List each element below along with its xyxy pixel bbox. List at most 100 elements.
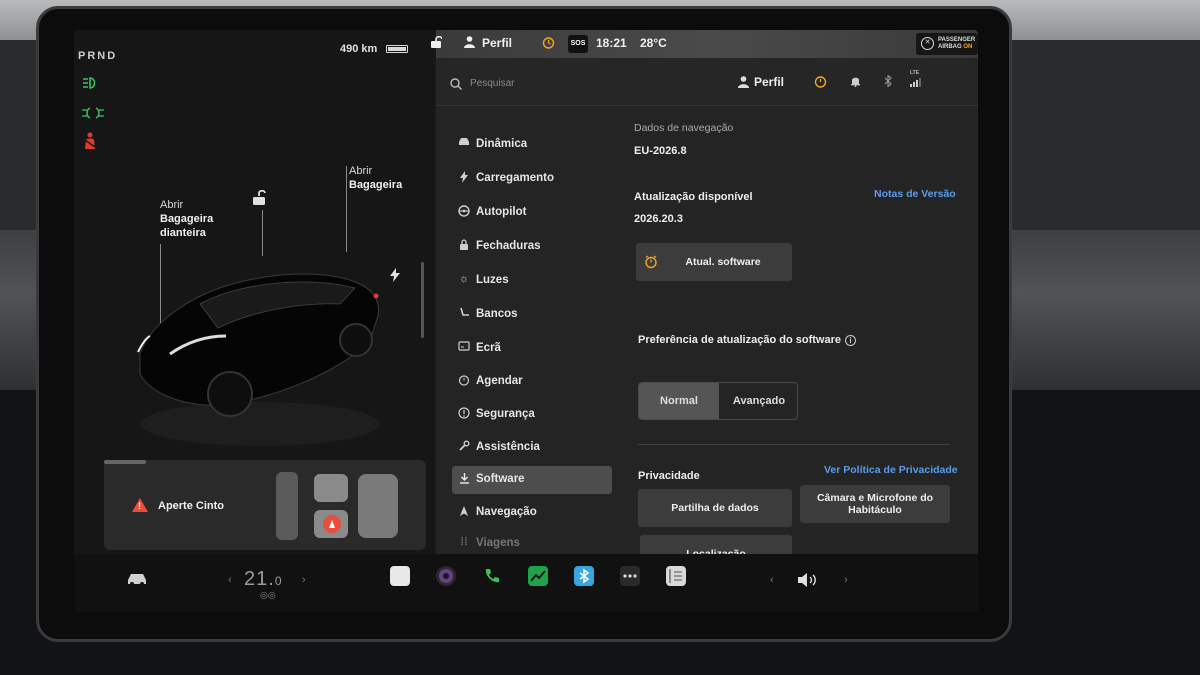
temp-up-chevron[interactable]: › <box>302 574 306 586</box>
menu-item-ecra[interactable]: Ecrã <box>452 335 612 363</box>
header-profile-label[interactable]: Perfil <box>754 75 784 89</box>
dashcam-app-icon[interactable] <box>390 566 410 586</box>
battery-icon <box>386 45 408 53</box>
bluetooth-icon[interactable] <box>884 74 892 90</box>
volume-up-chevron[interactable]: › <box>844 574 848 586</box>
alarm-icon[interactable] <box>814 75 827 91</box>
sun-icon: ☼ <box>458 273 470 285</box>
menu-label: Fechaduras <box>476 240 541 252</box>
menu-label: Navegação <box>476 506 537 518</box>
settings-panel: Perfil SOS 18:21 28°C ✕ PASSENGER AIRBAG… <box>431 30 978 573</box>
privacy-label: Privacidade <box>638 470 700 482</box>
menu-item-dinamica[interactable]: Dinâmica <box>452 131 612 159</box>
charge-port-icon[interactable] <box>390 268 400 285</box>
panel-drag-handle[interactable] <box>421 262 424 338</box>
bluetooth-app-icon[interactable] <box>574 566 594 586</box>
car-icon <box>456 137 472 149</box>
section-divider <box>638 444 950 445</box>
menu-item-autopilot[interactable]: Autopilot <box>452 199 612 227</box>
wrench-icon <box>456 440 472 455</box>
menu-label: Agendar <box>476 375 523 387</box>
card-tab <box>104 460 146 464</box>
download-icon <box>456 472 472 487</box>
status-profile-label[interactable]: Perfil <box>482 36 512 50</box>
settings-menu: Dinâmica Carregamento Autopilot Fechadur… <box>436 106 622 554</box>
data-sharing-button[interactable]: Partilha de dados <box>638 489 792 527</box>
preference-option-advanced[interactable]: Avançado <box>719 383 799 419</box>
display-icon <box>456 341 472 354</box>
search-icon[interactable] <box>450 78 462 93</box>
front-trunk-label-1: Abrir <box>160 199 184 211</box>
nav-data-label: Dados de navegação <box>634 122 734 134</box>
airbag-icon: ✕ <box>921 37 934 50</box>
open-rear-trunk-button[interactable]: Abrir Bagageira <box>349 164 402 192</box>
release-notes-link[interactable]: Notas de Versão <box>874 188 956 200</box>
menu-label: Carregamento <box>476 172 554 184</box>
status-bar: Perfil SOS 18:21 28°C ✕ PASSENGER AIRBAG… <box>431 30 978 58</box>
phone-icon[interactable] <box>482 566 502 586</box>
front-trunk-label-3: dianteira <box>160 227 206 239</box>
touchscreen: PRND 490 km Abrir Bagageira dianteira Ab… <box>74 30 978 612</box>
volume-down-chevron[interactable]: ‹ <box>770 574 774 586</box>
menu-item-software[interactable]: Software <box>452 466 612 494</box>
outside-temperature: 28°C <box>640 36 667 50</box>
software-content: Dados de navegação EU-2026.8 Atualização… <box>622 106 978 573</box>
seatbelt-alert-card[interactable]: ! Aperte Cinto <box>104 460 426 550</box>
camera-mic-label-2: Habitáculo <box>848 504 902 516</box>
car-controls-icon[interactable] <box>126 572 148 589</box>
camera-app-icon[interactable] <box>436 566 456 586</box>
sos-button[interactable]: SOS <box>568 35 588 53</box>
update-software-button[interactable]: Atual. software <box>636 243 792 281</box>
info-icon[interactable]: i <box>844 335 856 346</box>
lte-label: LTE <box>910 70 920 76</box>
rear-trunk-pointer <box>346 166 347 252</box>
nav-data-value: EU-2026.8 <box>634 145 687 157</box>
temp-decimal: 0 <box>274 574 283 588</box>
update-preference-selector: Normal Avançado <box>638 382 798 420</box>
lock-status-icon[interactable] <box>430 35 443 52</box>
menu-label: Autopilot <box>476 206 527 218</box>
seat-heater-icon[interactable]: ◎◎ <box>260 590 276 601</box>
menu-item-navegacao[interactable]: Navegação <box>452 499 612 527</box>
search-input[interactable] <box>470 74 590 92</box>
manual-app-icon[interactable] <box>666 566 686 586</box>
airbag-label-2: AIRBAG <box>938 44 962 50</box>
alarm-clock-icon[interactable] <box>542 36 555 52</box>
privacy-policy-link[interactable]: Ver Política de Privacidade <box>824 464 958 476</box>
menu-item-assistencia[interactable]: Assistência <box>452 434 612 462</box>
alarm-icon <box>456 374 472 389</box>
unlock-icon[interactable] <box>252 189 266 209</box>
menu-label: Dinâmica <box>476 138 528 150</box>
menu-item-luzes[interactable]: ☼ Luzes <box>452 267 612 295</box>
alarm-clock-icon <box>644 255 658 272</box>
range-readout: 490 km <box>340 43 378 55</box>
profile-icon[interactable] <box>738 76 749 91</box>
seatbelt-warning-icon <box>82 132 98 153</box>
menu-item-fechaduras[interactable]: Fechaduras <box>452 233 612 261</box>
open-front-trunk-button[interactable]: Abrir Bagageira dianteira <box>160 198 213 240</box>
alert-text: Aperte Cinto <box>158 500 224 512</box>
menu-item-seguranca[interactable]: Segurança <box>452 401 612 429</box>
cabin-temperature[interactable]: 21.0 <box>244 568 283 591</box>
bolt-icon <box>456 171 472 186</box>
menu-label: Software <box>476 473 525 485</box>
temp-down-chevron[interactable]: ‹ <box>228 574 232 586</box>
profile-status-icon[interactable] <box>464 36 475 51</box>
clock: 18:21 <box>596 36 627 50</box>
menu-item-carregamento[interactable]: Carregamento <box>452 165 612 193</box>
volume-icon[interactable] <box>796 572 818 591</box>
preference-option-normal[interactable]: Normal <box>639 383 719 419</box>
warning-icon: ! <box>132 498 148 512</box>
update-software-label: Atual. software <box>685 256 761 268</box>
steering-wheel-icon <box>456 205 472 220</box>
update-version: 2026.20.3 <box>634 213 683 225</box>
menu-item-bancos[interactable]: Bancos <box>452 301 612 329</box>
trips-icon: ⁞⁞ <box>460 536 468 548</box>
menu-label: Luzes <box>476 274 509 286</box>
menu-item-agendar[interactable]: Agendar <box>452 368 612 396</box>
camera-microphone-button[interactable]: Câmara e Microfone do Habitáculo <box>800 485 950 523</box>
energy-app-icon[interactable] <box>528 566 548 586</box>
car-render <box>130 244 390 459</box>
bell-icon[interactable] <box>850 75 861 90</box>
more-apps-icon[interactable] <box>620 566 640 586</box>
